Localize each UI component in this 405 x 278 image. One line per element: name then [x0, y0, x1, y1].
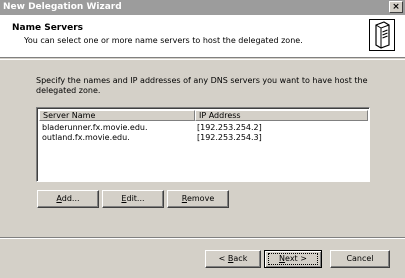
- wizard-window: New Delegation Wizard × Name Servers You…: [0, 0, 405, 278]
- server-icon: [369, 19, 395, 51]
- edit-label: dit...: [126, 194, 145, 203]
- window-title: New Delegation Wizard: [3, 2, 122, 12]
- server-name-cell: outland.fx.movie.edu.: [42, 133, 130, 142]
- page-title: Name Servers: [12, 23, 84, 33]
- wizard-header: Name Servers You can select one or more …: [0, 15, 405, 58]
- next-button[interactable]: Next >: [264, 250, 322, 268]
- footer-divider-highlight: [0, 238, 405, 239]
- column-header-ip-address[interactable]: IP Address: [195, 110, 368, 121]
- list-item[interactable]: bladerunner.fx.movie.edu. [192.253.254.2…: [42, 123, 362, 133]
- back-prefix: <: [218, 254, 228, 263]
- remove-label: emove: [186, 194, 215, 203]
- close-button[interactable]: ×: [389, 1, 403, 13]
- cancel-button[interactable]: Cancel: [330, 250, 390, 268]
- header-divider: [0, 59, 405, 60]
- add-label: dd...: [61, 194, 80, 203]
- page-subtitle: You can select one or more name servers …: [24, 36, 303, 45]
- back-button[interactable]: < Back: [205, 250, 261, 268]
- instruction-text: Specify the names and IP addresses of an…: [36, 76, 368, 95]
- name-servers-list[interactable]: Server Name IP Address bladerunner.fx.mo…: [36, 107, 370, 182]
- server-name-cell: bladerunner.fx.movie.edu.: [42, 123, 148, 132]
- edit-button[interactable]: Edit...: [102, 190, 164, 208]
- ip-address-cell: [192.253.254.2]: [197, 123, 262, 132]
- focus-rectangle: Next >: [268, 253, 318, 265]
- list-item[interactable]: outland.fx.movie.edu. [192.253.254.3]: [42, 133, 362, 143]
- title-bar[interactable]: New Delegation Wizard ×: [0, 0, 405, 15]
- next-label: ext >: [285, 254, 307, 263]
- ip-address-cell: [192.253.254.3]: [197, 133, 262, 142]
- list-header: Server Name IP Address: [39, 110, 368, 121]
- remove-button[interactable]: Remove: [167, 190, 229, 208]
- add-button[interactable]: Add...: [37, 190, 99, 208]
- column-header-server-name[interactable]: Server Name: [39, 110, 195, 121]
- back-label: ack: [233, 254, 248, 263]
